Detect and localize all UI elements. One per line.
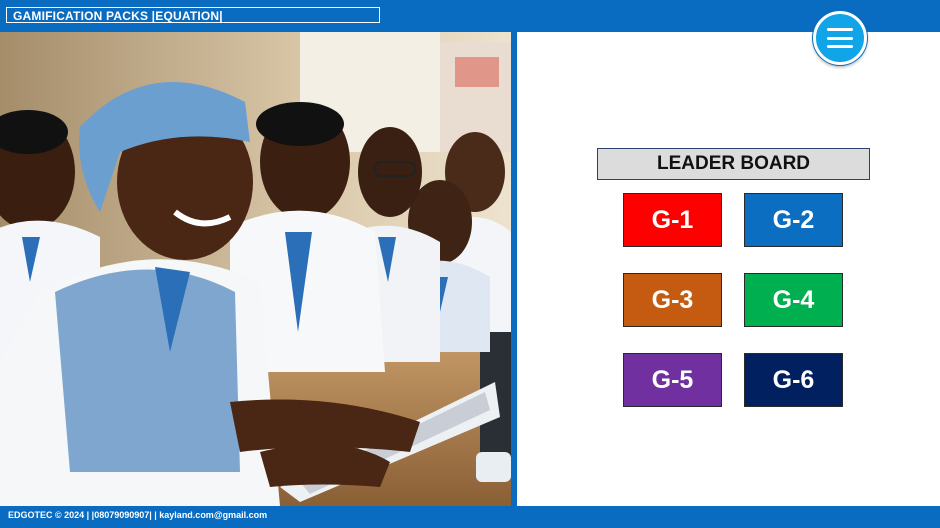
group-button-g5[interactable]: G-5 bbox=[623, 353, 722, 407]
hamburger-menu-icon bbox=[827, 28, 853, 48]
menu-button[interactable] bbox=[813, 11, 867, 65]
group-button-g6[interactable]: G-6 bbox=[744, 353, 843, 407]
footer-text: EDGOTEC © 2024 | |08079090907| | kayland… bbox=[8, 510, 268, 520]
content-panel bbox=[517, 32, 940, 506]
group-button-g3[interactable]: G-3 bbox=[623, 273, 722, 327]
group-button-g1[interactable]: G-1 bbox=[623, 193, 722, 247]
students-photo bbox=[0, 32, 511, 506]
page-title: GAMIFICATION PACKS |EQUATION| bbox=[6, 7, 380, 23]
leaderboard-title: LEADER BOARD bbox=[597, 148, 870, 180]
group-button-g2[interactable]: G-2 bbox=[744, 193, 843, 247]
group-button-g4[interactable]: G-4 bbox=[744, 273, 843, 327]
